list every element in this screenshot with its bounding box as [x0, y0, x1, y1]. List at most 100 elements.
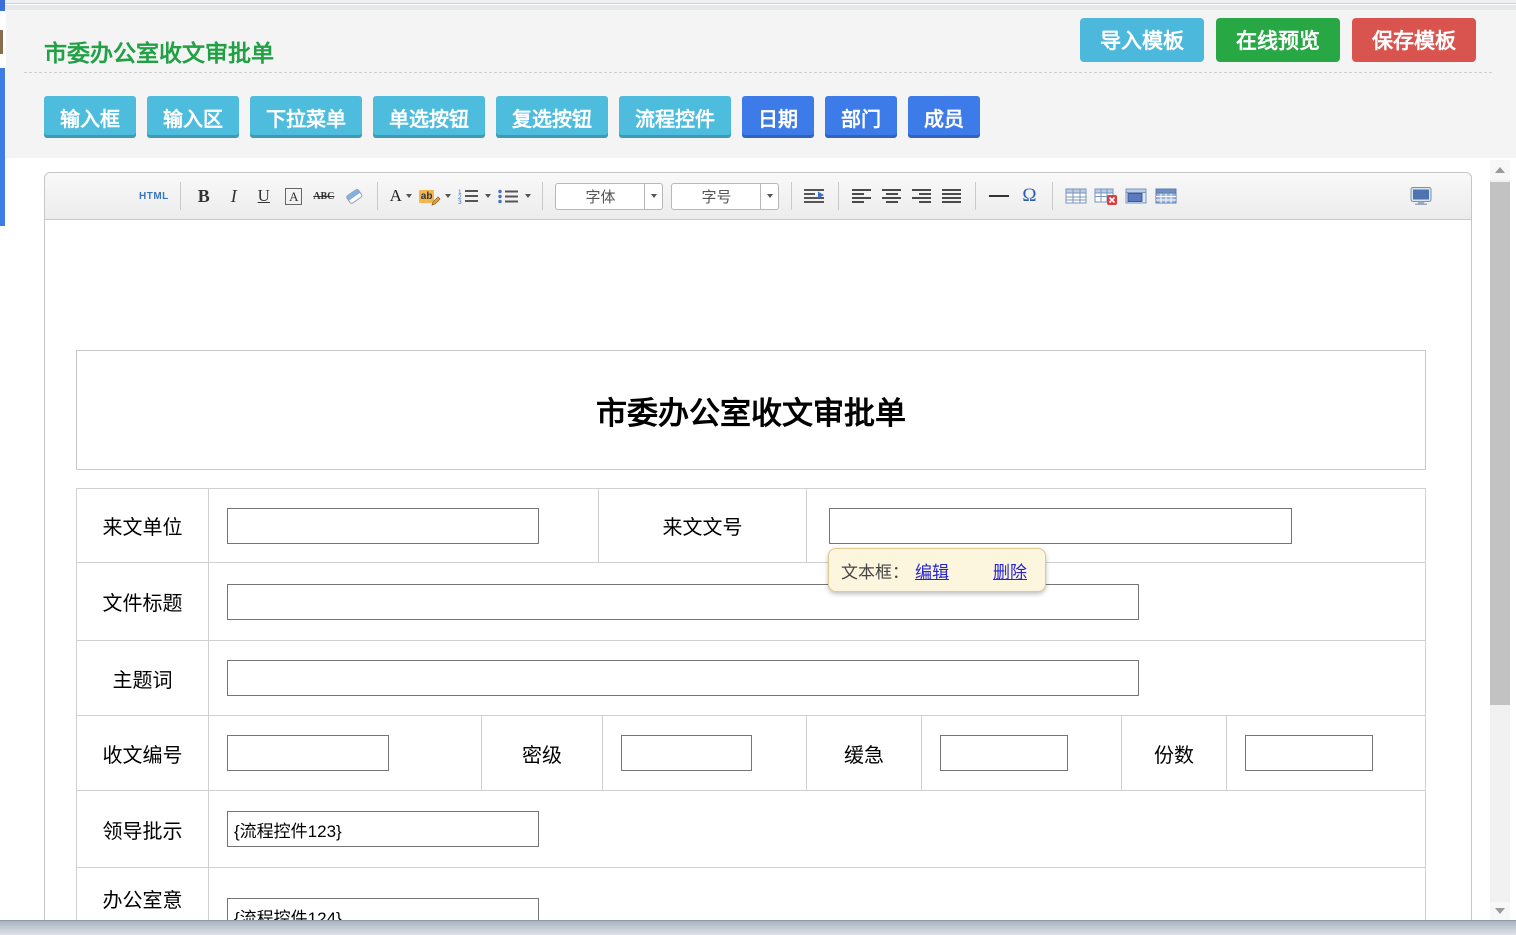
fullscreen-button[interactable] [1409, 181, 1433, 211]
scrollbar-down-button[interactable] [1490, 902, 1510, 920]
ordered-list-button[interactable]: 1 2 3 [457, 181, 491, 211]
horizontal-rule-button[interactable] [987, 181, 1011, 211]
header-actions: 导入模板 在线预览 保存模板 [1080, 18, 1476, 62]
subject-words-cell [209, 641, 1425, 715]
cell-properties-icon [1125, 187, 1147, 205]
delete-table-button[interactable] [1094, 181, 1118, 211]
align-left-icon [851, 188, 873, 204]
unordered-list-icon [497, 188, 521, 205]
char-border-icon: A [285, 188, 302, 205]
eraser-button[interactable] [342, 181, 366, 211]
control-input-box-button[interactable]: 输入框 [44, 96, 136, 138]
toolbar-separator [1052, 182, 1053, 210]
strikethrough-button[interactable]: ABC [312, 181, 336, 211]
italic-icon: I [231, 186, 237, 207]
highlight-button[interactable]: ab [419, 181, 452, 211]
subject-words-label: 主题词 [77, 641, 209, 715]
online-preview-button[interactable]: 在线预览 [1216, 18, 1340, 62]
security-level-input[interactable] [621, 735, 752, 771]
delete-table-icon [1094, 187, 1118, 206]
tooltip-delete-link[interactable]: 删除 [993, 558, 1027, 583]
leader-remarks-field[interactable] [227, 811, 539, 847]
special-char-button[interactable]: Ω [1017, 181, 1041, 211]
control-dropdown-button[interactable]: 下拉菜单 [250, 96, 362, 138]
copies-cell [1227, 716, 1425, 790]
toolbar-separator [838, 182, 839, 210]
doc-number-label: 来文文号 [599, 489, 807, 562]
left-edge-mark [0, 30, 3, 54]
urgency-label: 缓急 [807, 716, 922, 790]
svg-text:3: 3 [458, 199, 462, 205]
indent-button[interactable] [803, 181, 827, 211]
toolbar-separator [975, 182, 976, 210]
document-canvas[interactable]: 市委办公室收文审批单 来文单位 来文文号 文件标题 [45, 220, 1471, 935]
unordered-list-button[interactable] [497, 181, 531, 211]
font-family-select[interactable]: 字体 [555, 183, 663, 210]
control-date-button[interactable]: 日期 [742, 96, 814, 138]
font-size-select[interactable]: 字号 [671, 183, 779, 210]
editor-toolbar: HTML B I U A ABC A ab [45, 173, 1471, 220]
window-top-accent [0, 0, 5, 11]
align-center-icon [881, 188, 903, 204]
tooltip-label: 文本框： [841, 558, 909, 583]
underline-button[interactable]: U [252, 181, 276, 211]
control-member-button[interactable]: 成员 [908, 96, 980, 138]
align-left-button[interactable] [850, 181, 874, 211]
align-right-icon [911, 188, 933, 204]
chevron-down-icon [485, 194, 491, 198]
tooltip-edit-link[interactable]: 编辑 [915, 558, 949, 583]
justify-button[interactable] [940, 181, 964, 211]
form-table: 来文单位 来文文号 文件标题 主题词 [76, 488, 1426, 935]
strikethrough-icon: ABC [313, 191, 334, 202]
eraser-icon [342, 187, 366, 205]
font-family-dropdown-button[interactable] [644, 184, 662, 209]
control-process-widget-button[interactable]: 流程控件 [619, 96, 731, 138]
save-template-button[interactable]: 保存模板 [1352, 18, 1476, 62]
control-department-button[interactable]: 部门 [825, 96, 897, 138]
window-top-strip-2 [0, 5, 1516, 10]
html-source-button[interactable]: HTML [139, 181, 169, 211]
receipt-number-input[interactable] [227, 735, 389, 771]
control-checkbox-button[interactable]: 复选按钮 [496, 96, 608, 138]
leader-remarks-label: 领导批示 [77, 791, 209, 867]
form-control-buttons: 输入框 输入区 下拉菜单 单选按钮 复选按钮 流程控件 日期 部门 成员 [44, 96, 980, 138]
control-input-area-button[interactable]: 输入区 [147, 96, 239, 138]
form-title-box: 市委办公室收文审批单 [76, 350, 1426, 470]
subject-words-input[interactable] [227, 660, 1139, 696]
source-unit-cell [209, 489, 599, 562]
chevron-down-icon [525, 194, 531, 198]
left-edge-sidebar-sliver [0, 68, 5, 226]
copies-input[interactable] [1245, 735, 1373, 771]
header-divider [24, 72, 1492, 73]
pencil-icon [431, 194, 441, 206]
doc-number-input[interactable] [829, 508, 1292, 544]
chevron-down-icon [406, 194, 412, 198]
leader-remarks-cell [209, 791, 1425, 867]
font-size-dropdown-button[interactable] [760, 184, 778, 209]
scrollbar-thumb[interactable] [1490, 182, 1510, 705]
urgency-input[interactable] [940, 735, 1068, 771]
source-unit-input[interactable] [227, 508, 539, 544]
insert-table-icon [1065, 187, 1087, 205]
bold-button[interactable]: B [192, 181, 216, 211]
cell-properties-button[interactable] [1124, 181, 1148, 211]
chevron-down-icon [445, 194, 451, 198]
import-template-button[interactable]: 导入模板 [1080, 18, 1204, 62]
font-color-button[interactable]: A [389, 181, 413, 211]
chevron-down-icon [767, 194, 773, 198]
header: 市委办公室收文审批单 导入模板 在线预览 保存模板 输入框 输入区 下拉菜单 单… [6, 10, 1516, 158]
arrow-up-icon [1495, 167, 1505, 173]
form-title: 市委办公室收文审批单 [596, 388, 906, 433]
table-properties-button[interactable] [1154, 181, 1178, 211]
align-center-button[interactable] [880, 181, 904, 211]
vertical-scrollbar[interactable] [1490, 160, 1510, 920]
align-right-button[interactable] [910, 181, 934, 211]
ordered-list-icon: 1 2 3 [457, 188, 481, 205]
scrollbar-up-button[interactable] [1490, 160, 1510, 180]
insert-table-button[interactable] [1064, 181, 1088, 211]
char-border-button[interactable]: A [282, 181, 306, 211]
rich-text-editor: HTML B I U A ABC A ab [44, 172, 1472, 935]
control-radio-button[interactable]: 单选按钮 [373, 96, 485, 138]
italic-button[interactable]: I [222, 181, 246, 211]
window-top-strip [0, 0, 1516, 4]
